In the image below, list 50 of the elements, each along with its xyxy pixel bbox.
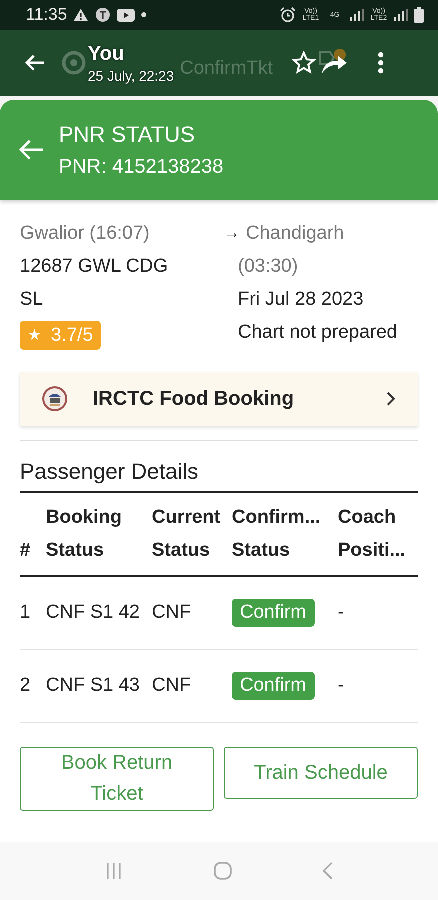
back-arrow-icon[interactable] [24, 53, 46, 73]
arrival-time: (03:30) [238, 255, 298, 278]
star-icon[interactable] [292, 51, 316, 75]
column-header: # [20, 539, 32, 563]
column-header: Booking Status [46, 506, 123, 563]
app-icon [95, 7, 112, 23]
outline-button[interactable]: Train Schedule [224, 747, 418, 799]
journey-date: Fri Jul 28 2023 [238, 288, 364, 311]
column-header: Coach Positi... [338, 506, 407, 563]
status-tag: Confirm [232, 672, 315, 700]
clock-time: 11:35 [26, 5, 68, 25]
logo-icon [62, 51, 86, 75]
travel-class: SL [20, 288, 44, 311]
column-header: Confirm... Status [232, 506, 322, 563]
table-cell-text: 1 [20, 602, 32, 624]
table-cell-text: 2 [20, 675, 32, 697]
pnr-number: PNR: 4152138238 [59, 156, 224, 178]
sender-name: You [88, 42, 126, 66]
app-name: ConfirmTkt [180, 58, 274, 80]
departure-station: Gwalior (16:07) [20, 222, 150, 245]
rating-value: 3.7/5 [51, 324, 94, 347]
table-cell-text: - [338, 602, 346, 624]
more-options-icon[interactable] [378, 52, 384, 74]
train-number: 12687 GWL CDG [20, 255, 168, 278]
arrival-station: Chandigarh [246, 222, 344, 245]
star-icon: ★ [28, 324, 41, 347]
dot-icon [141, 12, 148, 18]
food-booking-banner[interactable]: IRCTC Food Booking [20, 372, 418, 426]
table-cell-text: CNF [152, 602, 192, 624]
message-time: 25 July, 22:23 [88, 68, 174, 84]
warning-icon [73, 8, 90, 22]
table-cell-text: - [338, 675, 346, 697]
signal-icon [350, 9, 364, 21]
banner-label: IRCTC Food Booking [93, 388, 296, 410]
video-play-icon [117, 8, 136, 22]
column-header: Current Status [152, 506, 222, 563]
emblem-icon [42, 386, 68, 412]
table-cell-text: CNF S1 43 [46, 675, 141, 697]
chart-status: Chart not prepared [238, 321, 398, 344]
signal-icon [394, 9, 408, 21]
battery-icon [414, 7, 424, 23]
status-tag: Confirm [232, 599, 315, 627]
table-cell-text: CNF [152, 675, 192, 697]
chevron-right-icon [386, 391, 396, 407]
outline-button[interactable]: Book Return Ticket [20, 747, 214, 811]
section-title: Passenger Details [20, 459, 418, 493]
alarm-icon [280, 7, 296, 23]
table-cell-text: CNF S1 42 [46, 602, 141, 624]
page-title: PNR STATUS [59, 122, 196, 148]
arrow-glyph: → [224, 224, 241, 244]
